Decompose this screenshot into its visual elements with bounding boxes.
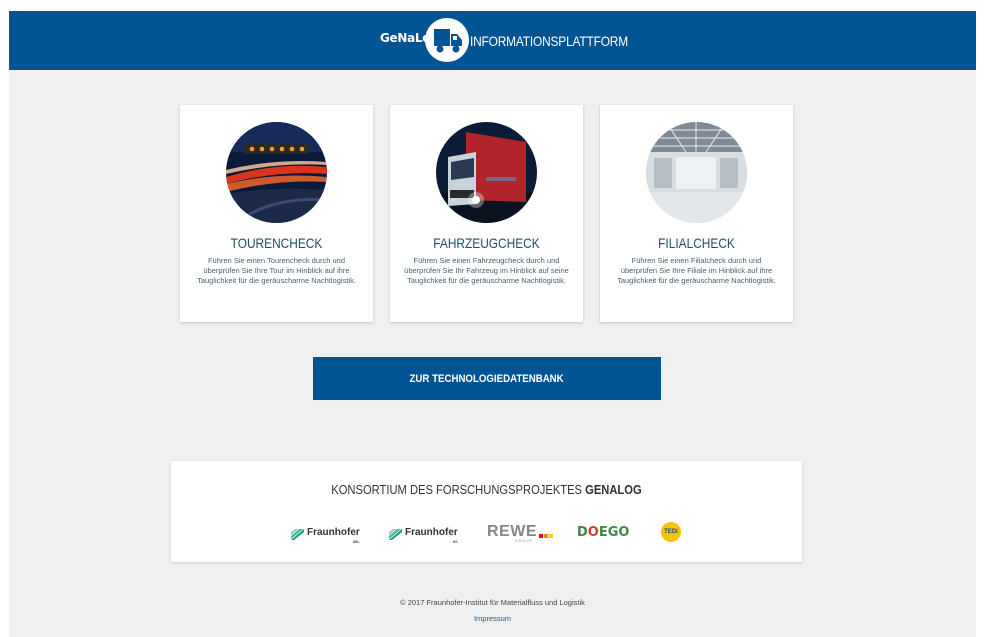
consortium-section: KONSORTIUM DES FORSCHUNGSPROJEKTES GENAL… (171, 461, 802, 562)
partner-name: Fraunhofer IML (307, 526, 360, 544)
button-label: ZUR TECHNOLOGIEDATENBANK (409, 372, 565, 385)
footer-copyright: © 2017 Fraunhofer-Institut für Materialf… (400, 598, 585, 607)
page-title: INFORMATIONSPLATTFORM (470, 33, 628, 49)
impressum-link[interactable]: Impressum (9, 614, 976, 623)
partner-name: Fraunhofer IIS (405, 526, 458, 544)
partner-fraunhofer-iis[interactable]: Fraunhofer IIS (389, 521, 458, 544)
card-title: TOURENCHECK (230, 235, 323, 251)
partner-sub: IIS (452, 538, 458, 544)
technology-database-button[interactable]: ZUR TECHNOLOGIEDATENBANK (313, 357, 661, 400)
partner-sub: GROUP (515, 539, 533, 543)
card-filialcheck[interactable]: FILIALCHECK Führen Sie einen Filialcheck… (600, 105, 793, 322)
partner-rewe-group[interactable]: REWE GROUP (487, 521, 553, 543)
consortium-title-bold: GENALOG (585, 482, 642, 497)
card-description: Führen Sie einen Tourencheck durch und ü… (197, 256, 356, 285)
partner-tedi[interactable]: TEDi (661, 521, 681, 543)
partner-fraunhofer-iml[interactable]: Fraunhofer IML (291, 521, 360, 544)
doego-logo: DOEGO (577, 524, 630, 540)
consortium-title-prefix: KONSORTIUM DES FORSCHUNGSPROJEKTES (331, 482, 586, 497)
truck-night-image (436, 122, 537, 223)
highway-night-image (226, 122, 327, 223)
header-bar: GeNaLog INFORMATIONSPLATTFORM (9, 11, 976, 70)
card-title: FAHRZEUGCHECK (433, 235, 540, 251)
card-tourencheck[interactable]: TOURENCHECK Führen Sie einen Tourencheck… (180, 105, 373, 322)
tedi-logo: TEDi (661, 522, 681, 542)
truck-icon (425, 18, 469, 62)
partner-sub: IML (352, 538, 360, 544)
warehouse-image (646, 122, 747, 223)
card-description: Führen Sie einen Fahrzeugcheck durch und… (404, 256, 569, 285)
card-title: FILIALCHECK (658, 235, 735, 251)
fraunhofer-logo-icon (291, 527, 304, 540)
genalog-logo[interactable]: GeNaLog (380, 18, 470, 62)
card-fahrzeugcheck[interactable]: FAHRZEUGCHECK Führen Sie einen Fahrzeugc… (390, 105, 583, 322)
rewe-dots-icon (539, 534, 553, 538)
partner-doego[interactable]: DOEGO (577, 521, 629, 543)
card-description: Führen Sie einen Filialcheck durch und ü… (617, 256, 776, 285)
consortium-title: KONSORTIUM DES FORSCHUNGSPROJEKTES GENAL… (171, 482, 802, 497)
page: GeNaLog INFORMATIONSPLATTFORM TOURENCHEC… (9, 11, 976, 637)
fraunhofer-logo-icon (389, 527, 402, 540)
